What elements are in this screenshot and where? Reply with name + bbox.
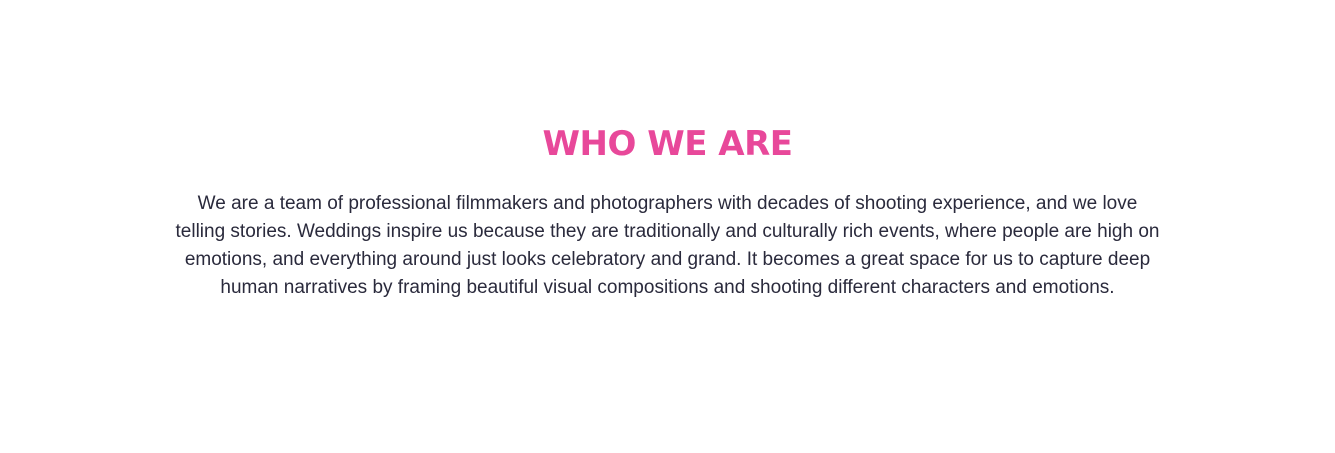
section-title: WHO WE ARE: [542, 124, 793, 164]
who-we-are-section: WHO WE ARE We are a team of professional…: [0, 0, 1335, 453]
section-paragraph: We are a team of professional filmmakers…: [175, 193, 1160, 298]
